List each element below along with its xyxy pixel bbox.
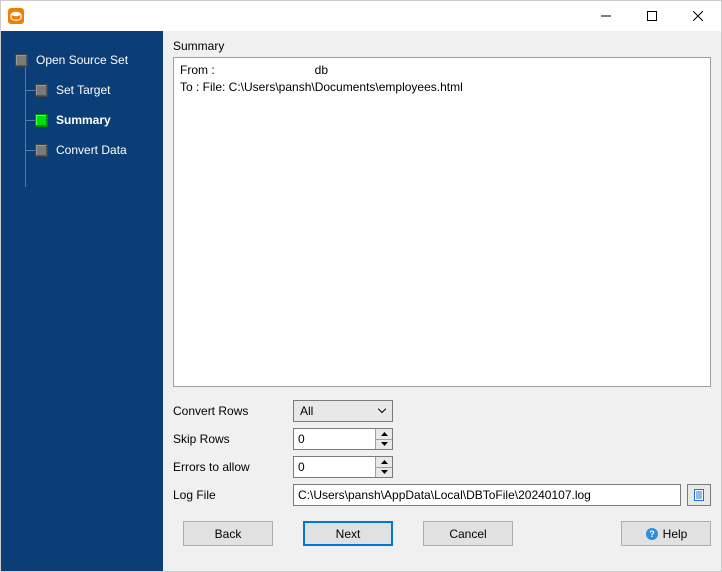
errors-stepper[interactable] (293, 456, 393, 478)
square-icon (35, 144, 48, 157)
options-form: Convert Rows All Skip Rows (163, 387, 721, 509)
browse-log-button[interactable] (687, 484, 711, 506)
skip-rows-input[interactable] (294, 429, 375, 449)
help-icon: ? (645, 527, 659, 541)
sidebar-item-label: Open Source Set (36, 53, 128, 67)
errors-label: Errors to allow (173, 460, 293, 474)
convert-rows-value: All (300, 404, 313, 418)
skip-rows-label: Skip Rows (173, 432, 293, 446)
log-file-input[interactable] (293, 484, 681, 506)
log-file-label: Log File (173, 488, 293, 502)
document-icon (692, 488, 706, 502)
back-button[interactable]: Back (183, 521, 273, 546)
sidebar-item-open-source-set[interactable]: Open Source Set (1, 45, 163, 75)
help-button[interactable]: ? Help (621, 521, 711, 546)
sidebar-item-convert-data[interactable]: Convert Data (1, 135, 163, 165)
square-icon (35, 84, 48, 97)
window-controls (583, 1, 721, 31)
convert-rows-label: Convert Rows (173, 404, 293, 418)
spin-up-button[interactable] (376, 429, 392, 440)
square-icon (35, 114, 48, 127)
spin-up-button[interactable] (376, 457, 392, 468)
titlebar (1, 1, 721, 31)
next-button[interactable]: Next (303, 521, 393, 546)
svg-text:?: ? (649, 529, 655, 539)
summary-textarea[interactable]: From : db To : File: C:\Users\pansh\Docu… (173, 57, 711, 387)
panel-title: Summary (163, 31, 721, 57)
app-icon (7, 7, 25, 25)
cancel-button[interactable]: Cancel (423, 521, 513, 546)
sidebar-item-label: Convert Data (56, 143, 127, 157)
spin-down-button[interactable] (376, 440, 392, 450)
main-panel: Summary From : db To : File: C:\Users\pa… (163, 31, 721, 571)
wizard-button-bar: Back Next Cancel ? Help (163, 509, 721, 558)
wizard-sidebar: Open Source Set Set Target Summary Conve… (1, 31, 163, 571)
chevron-down-icon (378, 409, 386, 414)
skip-rows-stepper[interactable] (293, 428, 393, 450)
maximize-button[interactable] (629, 1, 675, 31)
square-icon (15, 54, 28, 67)
convert-rows-select[interactable]: All (293, 400, 393, 422)
errors-input[interactable] (294, 457, 375, 477)
spin-down-button[interactable] (376, 468, 392, 478)
close-button[interactable] (675, 1, 721, 31)
app-window: Open Source Set Set Target Summary Conve… (0, 0, 722, 572)
sidebar-item-summary[interactable]: Summary (1, 105, 163, 135)
sidebar-item-label: Summary (56, 113, 111, 127)
sidebar-item-label: Set Target (56, 83, 110, 97)
sidebar-item-set-target[interactable]: Set Target (1, 75, 163, 105)
minimize-button[interactable] (583, 1, 629, 31)
